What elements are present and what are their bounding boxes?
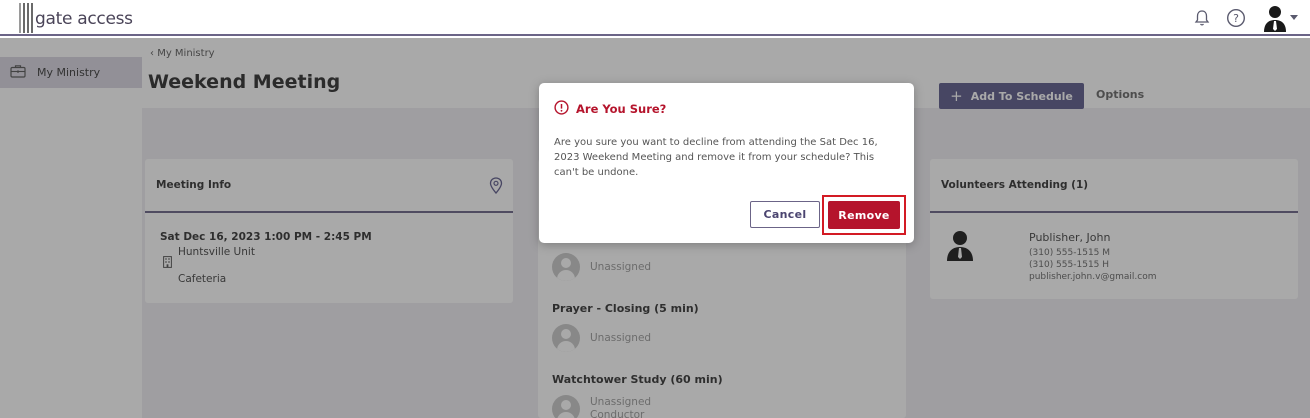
- alert-circle-icon: [554, 100, 569, 118]
- cancel-button[interactable]: Cancel: [750, 201, 820, 228]
- dialog-message: Are you sure you want to decline from at…: [554, 137, 878, 178]
- remove-button[interactable]: Remove: [828, 201, 900, 229]
- top-bar: gate access ?: [0, 0, 1310, 36]
- remove-button-highlight: Remove: [822, 195, 906, 235]
- confirm-dialog: Are You Sure? Are you sure you want to d…: [539, 83, 914, 243]
- logo-text: gate access: [35, 9, 133, 29]
- logo-bars-icon: [19, 3, 33, 33]
- user-avatar-icon[interactable]: [1262, 4, 1298, 32]
- help-icon[interactable]: ?: [1226, 8, 1246, 28]
- svg-text:?: ?: [1233, 12, 1239, 25]
- bell-icon[interactable]: [1194, 9, 1210, 27]
- dialog-title: Are You Sure?: [554, 100, 666, 118]
- header-actions: ?: [1194, 4, 1298, 32]
- caret-down-icon[interactable]: [1290, 15, 1298, 21]
- gate-access-logo[interactable]: gate access: [19, 3, 133, 33]
